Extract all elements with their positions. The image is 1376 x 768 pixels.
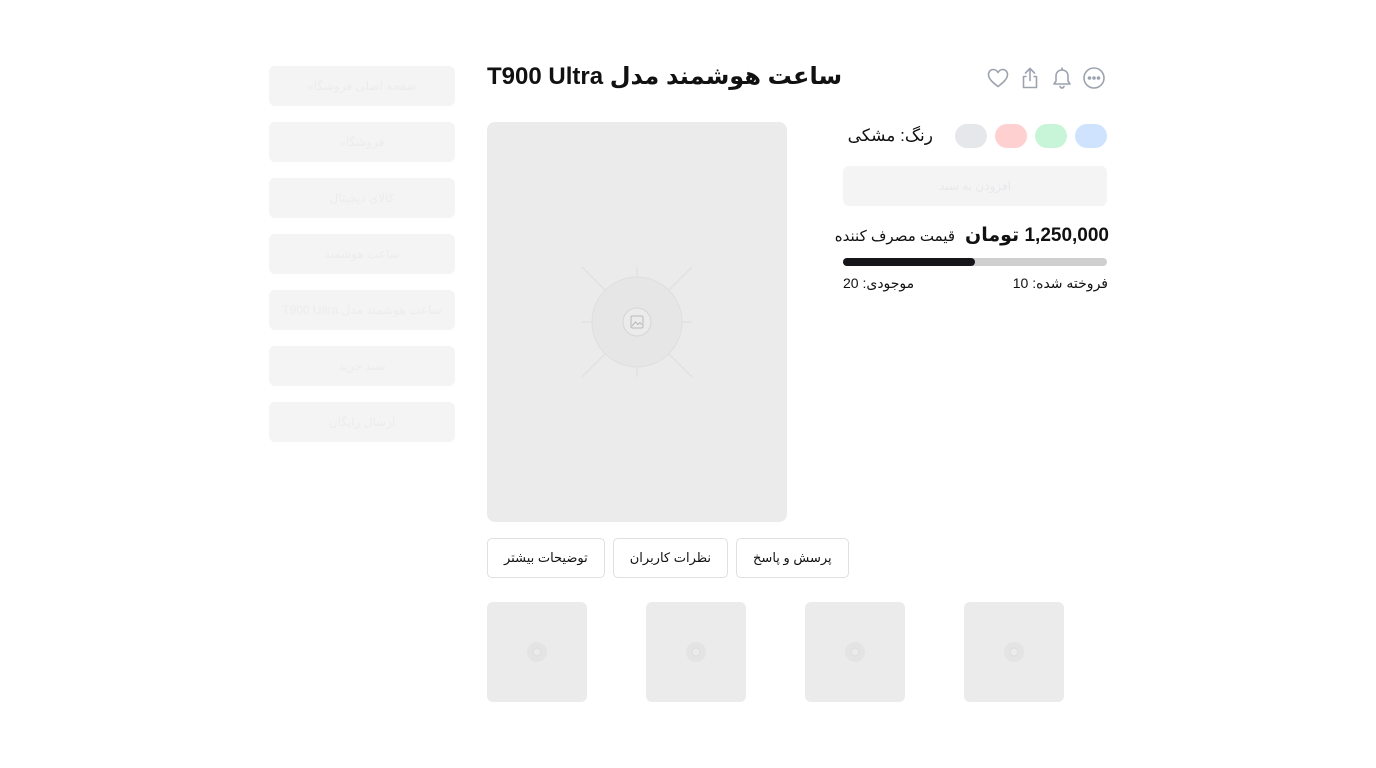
image-placeholder-icon	[686, 642, 706, 662]
more-button[interactable]	[1082, 64, 1106, 92]
color-swatch-green[interactable]	[1035, 124, 1067, 148]
add-to-cart-button[interactable]: افزودن به سبد	[843, 166, 1107, 206]
add-to-cart-label: افزودن به سبد	[938, 179, 1012, 193]
sidebar-item-shipping[interactable]: ارسال رایگان	[269, 402, 455, 442]
notify-button[interactable]	[1050, 64, 1074, 92]
selected-color-label: رنگ: مشکی	[847, 126, 933, 145]
more-icon	[1083, 67, 1105, 89]
price-value: 1,250,000 تومان	[965, 225, 1109, 246]
sales-progress-bar	[843, 258, 1107, 266]
price-label: قیمت مصرف کننده	[834, 227, 956, 245]
sidebar-item-label: فروشگاه	[339, 135, 385, 149]
product-thumbnails	[487, 602, 1064, 702]
tab-questions[interactable]: پرسش و پاسخ	[736, 538, 849, 578]
sidebar-item-digital[interactable]: کالای دیجیتال	[269, 178, 455, 218]
image-placeholder-icon	[845, 642, 865, 662]
color-swatches	[955, 124, 1107, 148]
heart-icon	[987, 68, 1009, 88]
sidebar-item-label: ارسال رایگان	[328, 415, 396, 429]
sales-progress-fill	[843, 258, 975, 266]
sidebar-item-shop[interactable]: فروشگاه	[269, 122, 455, 162]
color-swatch-blue[interactable]	[1075, 124, 1107, 148]
image-placeholder-icon	[582, 267, 692, 377]
sidebar-item-label: کالای دیجیتال	[329, 191, 395, 205]
sidebar-item-label: ساعت هوشمند مدل T900 Ultra	[282, 303, 442, 317]
bell-icon	[1053, 67, 1071, 89]
thumbnail-image[interactable]	[646, 602, 746, 702]
product-tabs: پرسش و پاسخ نظرات کاربران توضیحات بیشتر	[487, 538, 849, 578]
sidebar-item-smartwatch[interactable]: ساعت هوشمند	[269, 234, 455, 274]
product-title: ساعت هوشمند مدل T900 Ultra	[487, 63, 843, 90]
share-icon	[1022, 67, 1038, 89]
product-main-image[interactable]	[487, 122, 787, 522]
color-swatch-red[interactable]	[995, 124, 1027, 148]
sold-count: فروخته شده: 10	[1012, 275, 1108, 291]
sidebar-item-label: سبد خرید	[338, 359, 386, 373]
image-placeholder-icon	[527, 642, 547, 662]
tab-reviews[interactable]: نظرات کاربران	[612, 538, 729, 578]
wishlist-button[interactable]	[986, 64, 1010, 92]
image-placeholder-icon	[1004, 642, 1024, 662]
color-swatch-gray[interactable]	[955, 124, 987, 148]
thumbnail-image[interactable]	[964, 602, 1064, 702]
thumbnail-image[interactable]	[805, 602, 905, 702]
product-actions	[986, 64, 1106, 92]
sidebar-item-product[interactable]: ساعت هوشمند مدل T900 Ultra	[269, 290, 455, 330]
sidebar-item-home[interactable]: صفحه اصلی فروشگاه	[269, 66, 455, 106]
tab-description[interactable]: توضیحات بیشتر	[487, 538, 605, 578]
share-button[interactable]	[1018, 64, 1042, 92]
thumbnail-image[interactable]	[487, 602, 587, 702]
sidebar-item-label: صفحه اصلی فروشگاه	[307, 79, 417, 93]
sidebar-item-label: ساعت هوشمند	[324, 247, 400, 261]
price-row: 1,250,000 تومان قیمت مصرف کننده	[835, 224, 1109, 247]
stock-count: موجودی: 20	[843, 275, 915, 291]
sidebar-item-cart[interactable]: سبد خرید	[269, 346, 455, 386]
sidebar-menu: صفحه اصلی فروشگاه فروشگاه کالای دیجیتال …	[269, 66, 455, 458]
